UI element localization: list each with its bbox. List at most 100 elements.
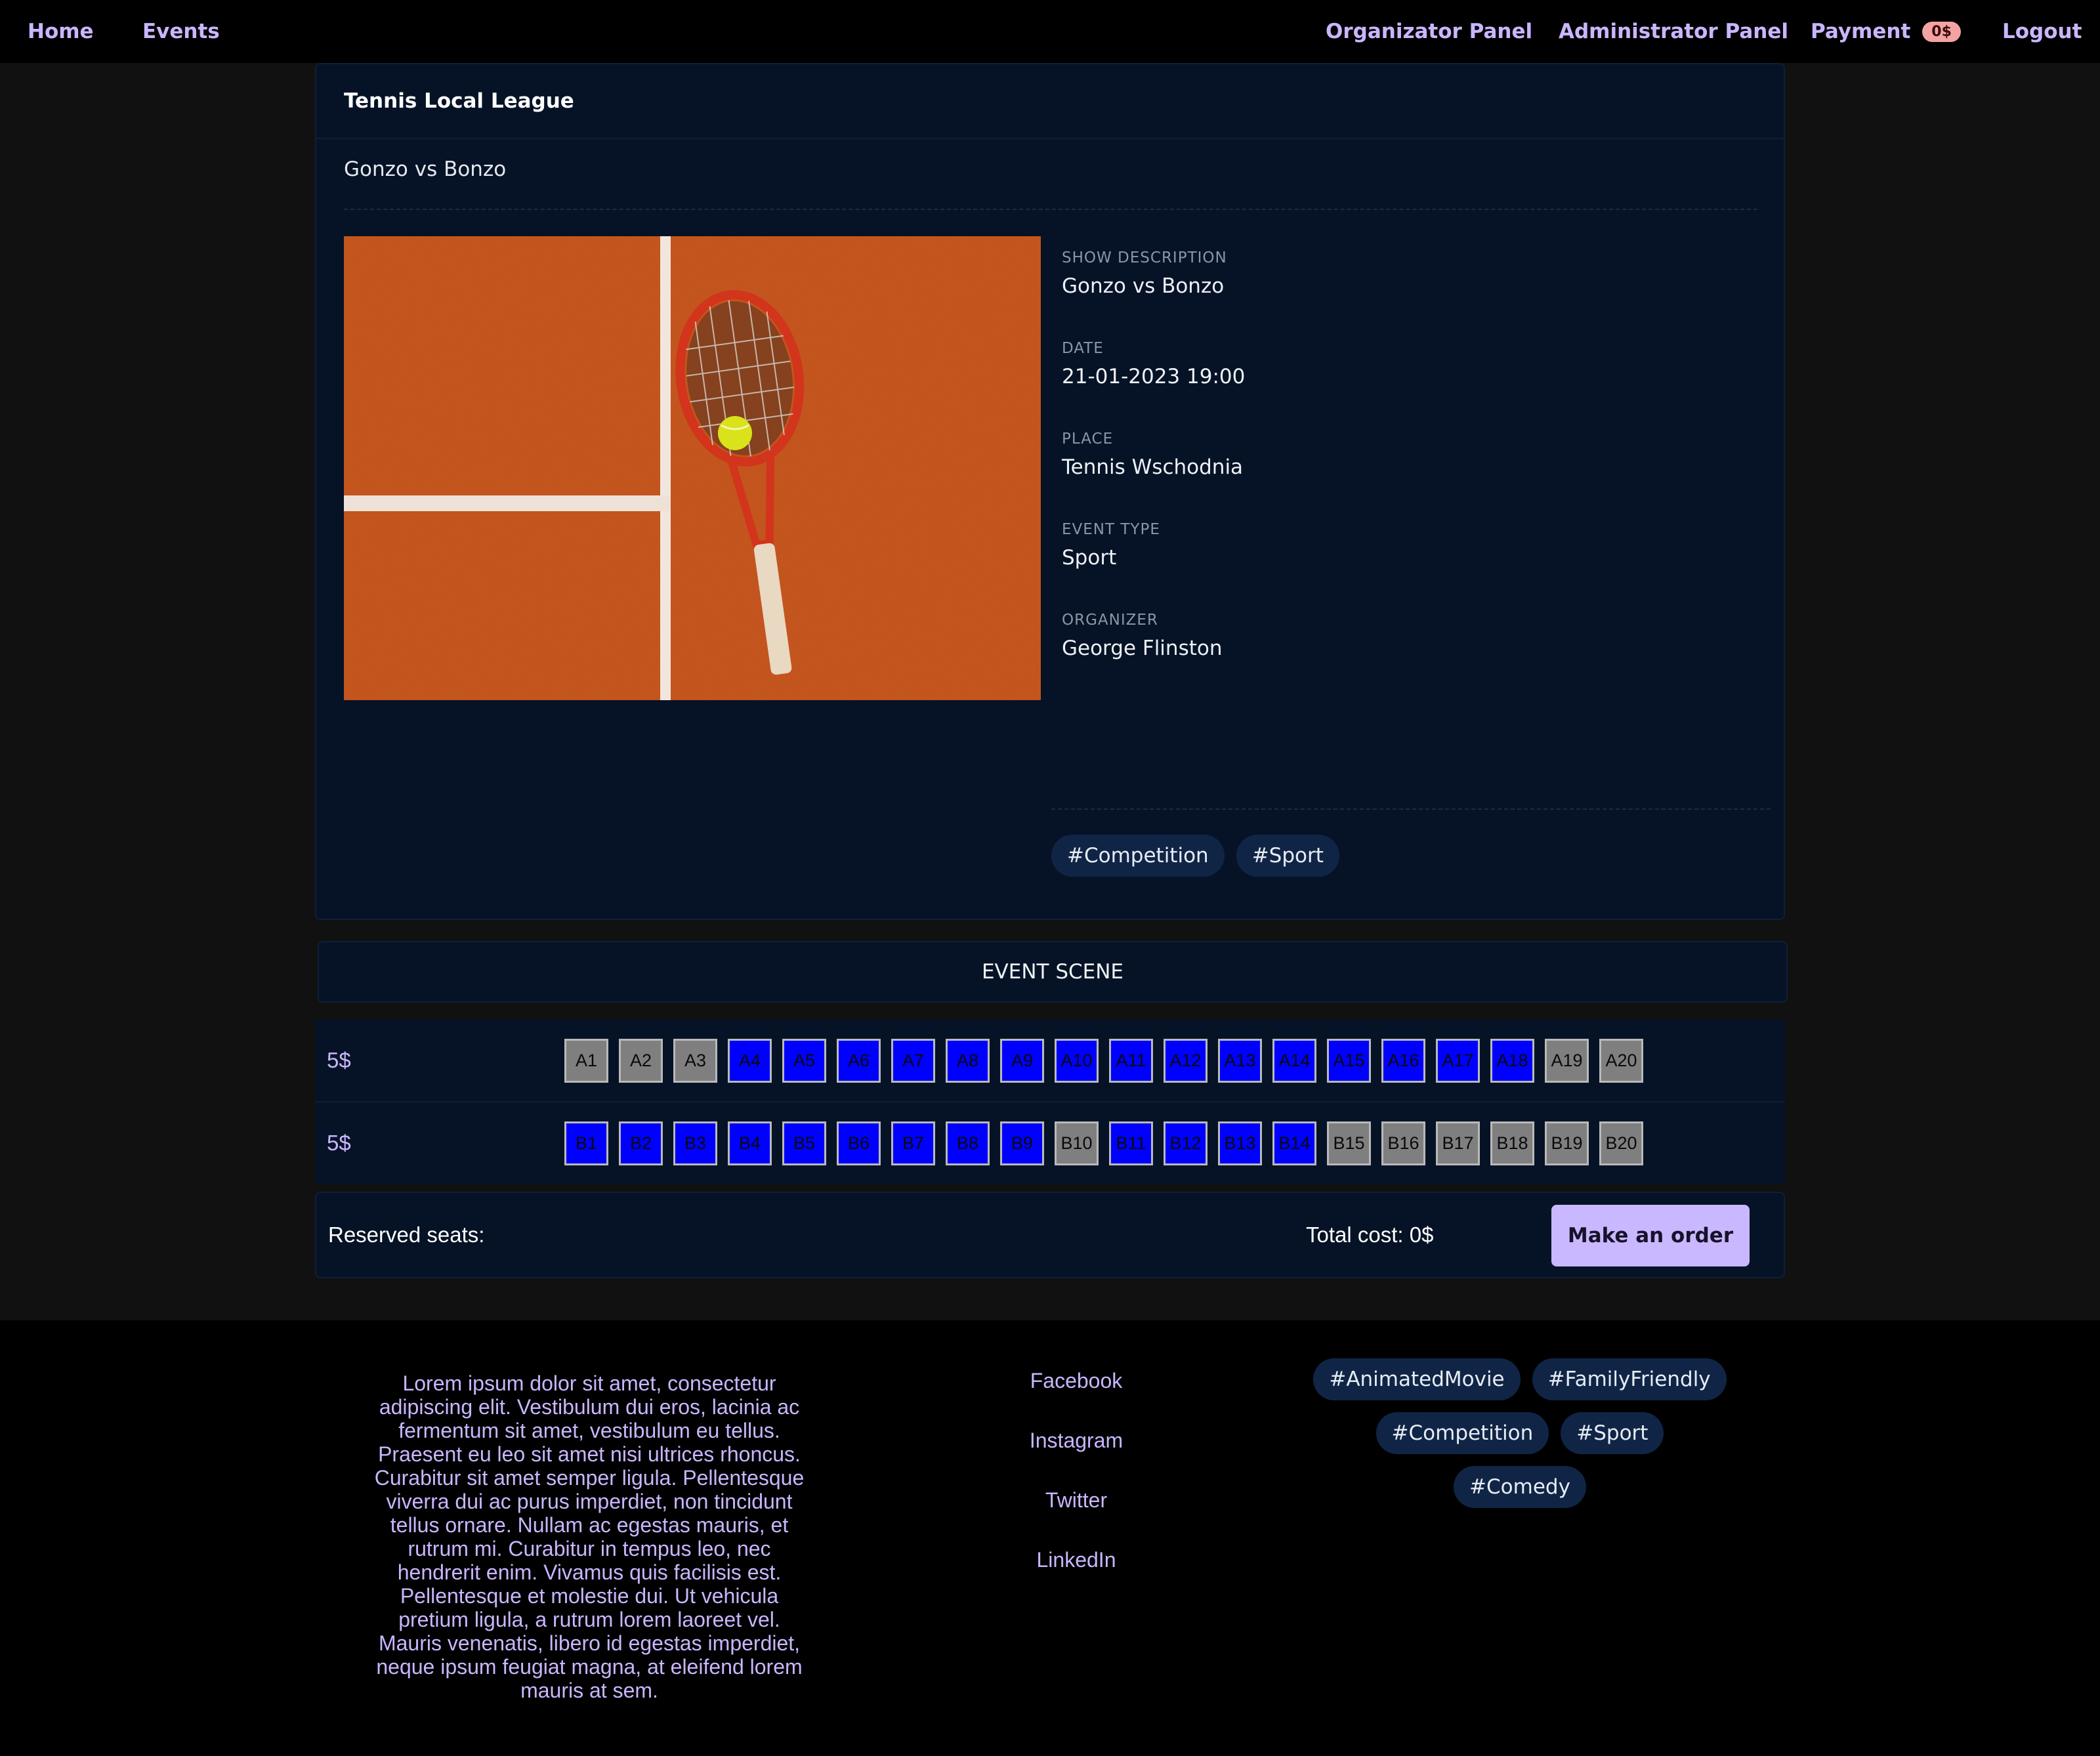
seat-button[interactable]: A19 bbox=[1545, 1038, 1589, 1083]
seat-button[interactable]: A7 bbox=[891, 1038, 935, 1083]
seat-button[interactable]: B11 bbox=[1109, 1121, 1153, 1165]
footer-tag[interactable]: #Sport bbox=[1561, 1412, 1664, 1454]
instagram-link[interactable]: Instagram bbox=[1030, 1429, 1123, 1453]
nav-events-link[interactable]: Events bbox=[142, 0, 220, 63]
linkedin-link[interactable]: LinkedIn bbox=[1037, 1548, 1116, 1572]
footer: Lorem ipsum dolor sit amet, consectetur … bbox=[0, 1320, 2100, 1756]
seat-button[interactable]: B13 bbox=[1218, 1121, 1262, 1165]
seat-button[interactable]: A14 bbox=[1272, 1038, 1316, 1083]
detail-label: DATE bbox=[1062, 340, 1104, 357]
footer-tag[interactable]: #Competition bbox=[1376, 1412, 1549, 1454]
reserved-seats-label: Reserved seats: bbox=[328, 1223, 485, 1247]
event-details: SHOW DESCRIPTION Gonzo vs Bonzo DATE 21-… bbox=[1062, 249, 1245, 702]
nav-organizer-panel-link[interactable]: Organizator Panel bbox=[1326, 0, 1532, 63]
make-order-button[interactable]: Make an order bbox=[1551, 1205, 1750, 1266]
seat-button[interactable]: B2 bbox=[619, 1121, 663, 1165]
seat-button[interactable]: A1 bbox=[564, 1038, 608, 1083]
facebook-link[interactable]: Facebook bbox=[1030, 1369, 1123, 1393]
seat-button[interactable]: A11 bbox=[1109, 1038, 1153, 1083]
event-subtitle: Gonzo vs Bonzo bbox=[344, 157, 507, 181]
footer-description: Lorem ipsum dolor sit amet, consectetur … bbox=[374, 1371, 805, 1702]
seat-button[interactable]: B1 bbox=[564, 1121, 608, 1165]
seat-button[interactable]: A9 bbox=[1000, 1038, 1044, 1083]
event-tag[interactable]: #Competition bbox=[1051, 835, 1225, 877]
seat-button[interactable]: A16 bbox=[1381, 1038, 1425, 1083]
seat-button[interactable]: A4 bbox=[728, 1038, 772, 1083]
seat-button[interactable]: B17 bbox=[1436, 1121, 1480, 1165]
event-tag[interactable]: #Sport bbox=[1236, 835, 1339, 877]
seat-button[interactable]: A15 bbox=[1327, 1038, 1371, 1083]
detail-label: ORGANIZER bbox=[1062, 612, 1158, 629]
details-divider bbox=[1051, 808, 1771, 810]
seat-button[interactable]: B19 bbox=[1545, 1121, 1589, 1165]
seat-row-b: 5$ B1 B2 B3 B4 B5 B6 B7 B8 B9 B10 B11 B12 B13 B14 B15 B… bbox=[315, 1102, 1785, 1184]
detail-organizer: ORGANIZER George Flinston bbox=[1062, 612, 1245, 660]
seat-button[interactable]: B7 bbox=[891, 1121, 935, 1165]
seat-button[interactable]: A17 bbox=[1436, 1038, 1480, 1083]
top-navbar: Home Events Organizator Panel Administra… bbox=[0, 0, 2100, 63]
footer-tag[interactable]: #Comedy bbox=[1454, 1466, 1586, 1508]
footer-social-links: Facebook Instagram Twitter LinkedIn bbox=[971, 1369, 1181, 1572]
footer-tag[interactable]: #FamilyFriendly bbox=[1532, 1358, 1727, 1400]
detail-description: SHOW DESCRIPTION Gonzo vs Bonzo bbox=[1062, 249, 1245, 298]
nav-payment-link[interactable]: Payment 0$ bbox=[1811, 0, 1961, 63]
seat-button[interactable]: B10 bbox=[1055, 1121, 1099, 1165]
seat-button[interactable]: A3 bbox=[673, 1038, 717, 1083]
seat-button[interactable]: B20 bbox=[1599, 1121, 1643, 1165]
seat-button[interactable]: B9 bbox=[1000, 1121, 1044, 1165]
seat-list: B1 B2 B3 B4 B5 B6 B7 B8 B9 B10 B11 B12 B13 B14 B15 B16 B… bbox=[564, 1102, 1643, 1184]
detail-value: Gonzo vs Bonzo bbox=[1062, 274, 1225, 298]
subtitle-divider bbox=[344, 209, 1757, 210]
event-card: Tennis Local League Gonzo vs Bonzo SHOW … bbox=[315, 63, 1785, 920]
detail-value: Sport bbox=[1062, 546, 1117, 570]
seat-list: A1 A2 A3 A4 A5 A6 A7 A8 A9 A10 A11 A12 A13 A14 A15 A16 A… bbox=[564, 1020, 1643, 1101]
seat-row-a: 5$ A1 A2 A3 A4 A5 A6 A7 A8 A9 A10 A11 A12 A13 A14 A15 A… bbox=[315, 1020, 1785, 1101]
tennis-racket-image bbox=[344, 236, 1041, 700]
detail-label: EVENT TYPE bbox=[1062, 521, 1160, 538]
nav-payment-label: Payment bbox=[1811, 20, 1911, 43]
detail-label: SHOW DESCRIPTION bbox=[1062, 249, 1227, 266]
detail-event-type: EVENT TYPE Sport bbox=[1062, 521, 1245, 570]
footer-tags: #AnimatedMovie #FamilyFriendly #Competit… bbox=[1310, 1358, 1730, 1508]
seat-button[interactable]: A2 bbox=[619, 1038, 663, 1083]
order-bar: Reserved seats: Total cost: 0$ Make an o… bbox=[315, 1192, 1785, 1278]
detail-value: Tennis Wschodnia bbox=[1062, 455, 1244, 479]
detail-value: 21-01-2023 19:00 bbox=[1062, 365, 1246, 388]
nav-home-link[interactable]: Home bbox=[28, 0, 94, 63]
payment-badge: 0$ bbox=[1922, 21, 1961, 42]
detail-date: DATE 21-01-2023 19:00 bbox=[1062, 340, 1245, 388]
nav-logout-link[interactable]: Logout bbox=[2002, 0, 2082, 63]
seat-button[interactable]: B8 bbox=[946, 1121, 990, 1165]
seat-button[interactable]: A18 bbox=[1490, 1038, 1534, 1083]
seat-button[interactable]: A12 bbox=[1164, 1038, 1208, 1083]
event-league-title: Tennis Local League bbox=[316, 64, 1784, 139]
seat-button[interactable]: B12 bbox=[1164, 1121, 1208, 1165]
detail-value: George Flinston bbox=[1062, 637, 1223, 660]
seat-button[interactable]: B14 bbox=[1272, 1121, 1316, 1165]
seat-button[interactable]: B3 bbox=[673, 1121, 717, 1165]
seat-button[interactable]: A6 bbox=[837, 1038, 881, 1083]
row-price: 5$ bbox=[327, 1048, 351, 1072]
detail-place: PLACE Tennis Wschodnia bbox=[1062, 430, 1245, 479]
event-image bbox=[344, 236, 1041, 700]
event-scene-title: EVENT SCENE bbox=[981, 960, 1124, 984]
nav-admin-panel-link[interactable]: Administrator Panel bbox=[1559, 0, 1788, 63]
event-scene-header: EVENT SCENE bbox=[318, 941, 1788, 1003]
seat-button[interactable]: B18 bbox=[1490, 1121, 1534, 1165]
seat-button[interactable]: A13 bbox=[1218, 1038, 1262, 1083]
event-tags: #Competition #Sport bbox=[1051, 835, 1339, 877]
seat-button[interactable]: B4 bbox=[728, 1121, 772, 1165]
row-price: 5$ bbox=[327, 1131, 351, 1155]
detail-label: PLACE bbox=[1062, 430, 1114, 448]
seat-button[interactable]: A20 bbox=[1599, 1038, 1643, 1083]
seat-button[interactable]: B15 bbox=[1327, 1121, 1371, 1165]
seat-button[interactable]: A8 bbox=[946, 1038, 990, 1083]
seat-button[interactable]: B5 bbox=[782, 1121, 826, 1165]
total-cost: Total cost: 0$ bbox=[1306, 1223, 1434, 1247]
seat-button[interactable]: A5 bbox=[782, 1038, 826, 1083]
seat-button[interactable]: A10 bbox=[1055, 1038, 1099, 1083]
seat-button[interactable]: B6 bbox=[837, 1121, 881, 1165]
twitter-link[interactable]: Twitter bbox=[1045, 1488, 1107, 1513]
footer-tag[interactable]: #AnimatedMovie bbox=[1313, 1358, 1521, 1400]
seat-button[interactable]: B16 bbox=[1381, 1121, 1425, 1165]
